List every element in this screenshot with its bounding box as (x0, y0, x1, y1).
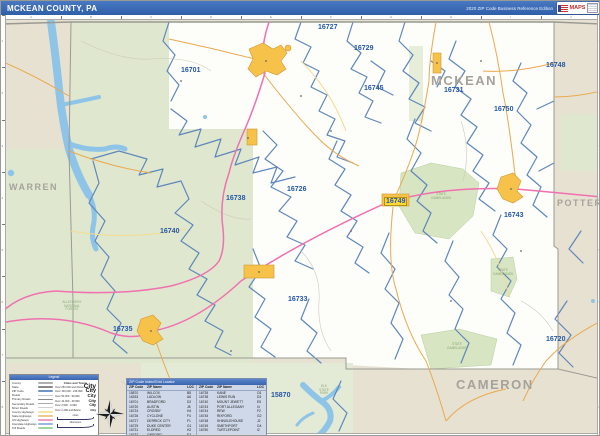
grid-label: 3 (2, 145, 4, 148)
scale-bar-km: kilometers (55, 421, 96, 428)
grid-label: G (390, 16, 392, 19)
grid-strip-left: 1 2 3 4 5 6 7 8 (1, 15, 6, 436)
zip-table-body: 15870WILCOXB816735KANEC616333LUDLOWA6167… (127, 391, 266, 436)
legend-road-sample (38, 411, 53, 413)
legend-city-label: Over 50,000 - 99,999 (55, 395, 80, 398)
grid-tick (421, 16, 422, 19)
col-zip-code: ZIP Code (127, 385, 147, 390)
page-title: MCKEAN COUNTY, PA (7, 4, 466, 13)
grid-label: 1 (2, 40, 4, 43)
grid-tick (2, 172, 5, 173)
city-smethport (382, 194, 409, 206)
legend-road-sample (38, 386, 53, 388)
grid-label: 6 (2, 301, 4, 304)
grid-label: J (570, 16, 572, 19)
county-map (1, 1, 600, 436)
grid-label: H (450, 16, 452, 19)
legend-city-label: Over 2,500 - 9,999 (55, 404, 77, 407)
legend-road-sample (38, 403, 53, 405)
legend-road-sample (38, 423, 53, 425)
logo-brand: MAPS (570, 5, 586, 11)
legend-road-label: Toll Roads (12, 426, 38, 430)
grid-label: D (210, 16, 212, 19)
compass-rose (95, 399, 125, 429)
legend-road-sample (38, 415, 53, 417)
legend-road-sample (38, 419, 53, 421)
grid-label: E (270, 16, 272, 19)
legend-road-sample (38, 395, 53, 397)
grid-tick (2, 224, 5, 225)
grid-strip-top: A B C D E F G H I J (1, 15, 600, 20)
grid-label: A (30, 16, 32, 19)
grid-tick (61, 16, 62, 19)
grid-tick (301, 16, 302, 19)
grid-tick (2, 67, 5, 68)
legend-city-label: Over 100,000 - 249,999 (55, 390, 82, 393)
grid-label: F (330, 16, 332, 19)
grid-label: 8 (2, 406, 4, 409)
grid-tick (361, 16, 362, 19)
legend-city-label: Over 250,000 and Above (55, 386, 84, 389)
map-sheet: ABCDEFGHIJ ABCDEFGHIJ 12345678 12345678 … (0, 0, 600, 436)
title-bar: MCKEAN COUNTY, PA 2020 ZIP Code Business… (1, 1, 600, 15)
grid-label: C (150, 16, 152, 19)
legend-city-list: Over 250,000 and AboveCityOver 100,000 -… (55, 385, 96, 413)
col-zip-name: ZIP Name (147, 385, 187, 390)
grid-tick (241, 16, 242, 19)
grid-label: 5 (2, 249, 4, 252)
scale-miles-bar (57, 417, 94, 421)
zip-index-table: ZIP Code Index/Grid Locator ZIP Code ZIP… (126, 378, 267, 436)
scale-km-bar (57, 424, 94, 428)
col-zip-code: ZIP Code (196, 385, 217, 390)
grid-tick (181, 16, 182, 19)
grid-label: I (510, 16, 511, 19)
legend-road-sample (38, 382, 53, 384)
legend-panel: Legend CountyStateZIP CodeRoadsPrimary R… (9, 374, 99, 436)
col-loc: LOC (257, 385, 266, 390)
grid-label: B (90, 16, 92, 19)
grid-tick (481, 16, 482, 19)
legend-road-sample (38, 407, 53, 409)
city-bradford-east (285, 45, 291, 51)
legend-city-col: Cities and Towns Over 250,000 and AboveC… (54, 380, 98, 430)
grid-label: 2 (2, 92, 4, 95)
grid-tick (541, 16, 542, 19)
scale-bar-miles: miles (55, 414, 96, 421)
grid-label: 4 (2, 197, 4, 200)
legend-city-item: Over 2,499 and BelowCity (55, 408, 96, 413)
legend-road-sample (38, 399, 53, 401)
flag-icon (558, 5, 568, 12)
legend-city-label: Over 10,000 - 49,999 (55, 400, 80, 403)
grid-tick (121, 16, 122, 19)
compass-star (96, 400, 124, 428)
grid-tick (2, 381, 5, 382)
publisher-logo: MAPS (557, 2, 599, 14)
grid-tick (2, 276, 5, 277)
legend-road-list: CountyStateZIP CodeRoadsPrimary RoadsSec… (10, 380, 54, 430)
city-lewis-run (247, 129, 257, 145)
col-zip-name: ZIP Name (217, 385, 257, 390)
grid-tick (2, 120, 5, 121)
grid-tick (2, 15, 5, 16)
legend-road-sample (38, 427, 53, 429)
edition-label: 2020 ZIP Code Business Reference Edition (466, 6, 553, 11)
grid-tick (2, 329, 5, 330)
col-loc: LOC (187, 385, 196, 390)
legend-road-sample (38, 390, 53, 392)
legend-city-label: Over 2,499 and Below (55, 409, 81, 412)
grid-label: 7 (2, 354, 4, 357)
legend-road-item: Toll Roads (12, 426, 53, 430)
logo-fineprint-icon (587, 3, 598, 13)
